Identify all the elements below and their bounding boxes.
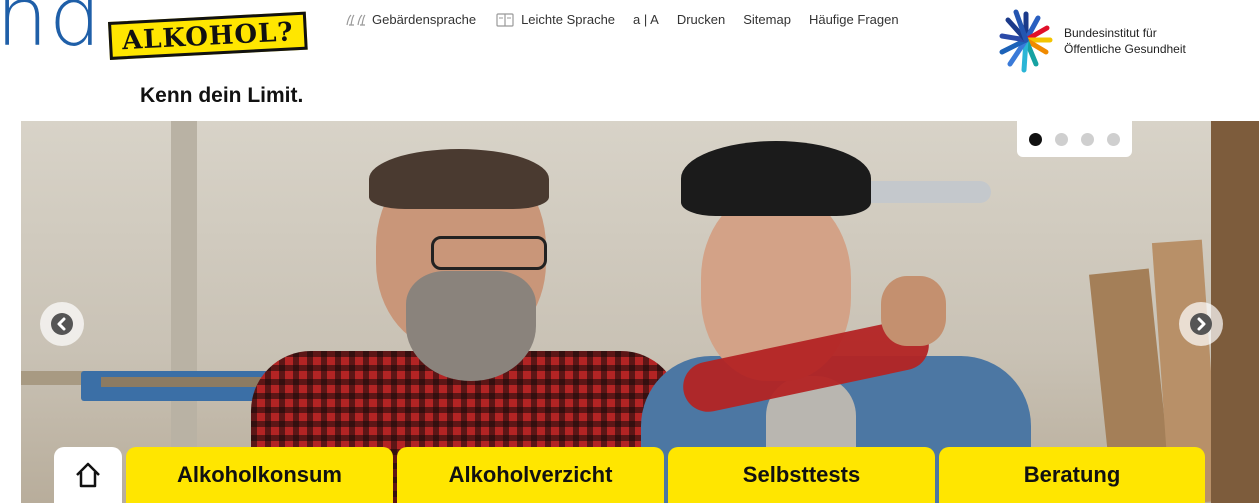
chevron-left-icon [51,313,73,335]
service-label: Gebärdensprache [372,12,477,27]
service-link-easy-language[interactable]: Leichte Sprache [494,12,615,27]
service-label: Sitemap [743,12,791,27]
institute-logo[interactable]: Bundesinstitut für Öffentliche Gesundhei… [998,6,1186,76]
service-link-sign-language[interactable]: Gebärdensprache [345,12,476,27]
carousel-dot-1[interactable] [1029,132,1042,146]
carousel-dot-2[interactable] [1055,132,1068,146]
nav-tab-alkoholverzicht[interactable]: Alkoholverzicht [397,447,664,503]
service-label: Häufige Fragen [808,12,899,27]
alkohol-logo[interactable]: ALKOHOL? Kenn dein Limit. [108,11,338,112]
sitemap-link[interactable]: Sitemap [743,12,791,27]
main-nav: Alkoholkonsum Alkoholverzicht Selbsttest… [54,447,1205,503]
institute-emblem-icon [999,9,1053,73]
print-link[interactable]: Drucken [677,12,725,27]
hero-carousel [21,121,1259,503]
faq-link[interactable]: Häufige Fragen [809,12,899,27]
partial-site-logo[interactable]: nd [0,0,102,65]
sign-language-icon [346,14,366,26]
nav-tab-selbsttests[interactable]: Selbsttests [668,447,935,503]
institute-name-line2: Öffentliche Gesundheit [1064,42,1186,56]
carousel-dot-3[interactable] [1081,132,1094,146]
nav-tab-alkoholkonsum[interactable]: Alkoholkonsum [126,447,393,503]
service-nav: Gebärdensprache Leichte Sprache a | A Dr… [345,12,899,27]
carousel-next-button[interactable] [1179,302,1223,346]
carousel-dot-4[interactable] [1107,132,1120,146]
carousel-prev-button[interactable] [40,302,84,346]
nav-tab-beratung[interactable]: Beratung [939,447,1205,503]
logo-slogan: Kenn dein Limit. [140,84,304,107]
home-button[interactable] [54,447,122,503]
service-label: Leichte Sprache [521,12,616,27]
institute-name-line1: Bundesinstitut für [1064,26,1157,40]
home-icon [76,462,100,488]
font-size-toggle[interactable]: a | A [633,12,659,27]
chevron-right-icon [1190,313,1212,335]
service-label: Drucken [676,12,726,27]
easy-language-icon [496,12,514,27]
service-label: a | A [633,12,659,27]
carousel-pagination [1017,121,1132,157]
logo-badge: ALKOHOL? [108,11,308,60]
